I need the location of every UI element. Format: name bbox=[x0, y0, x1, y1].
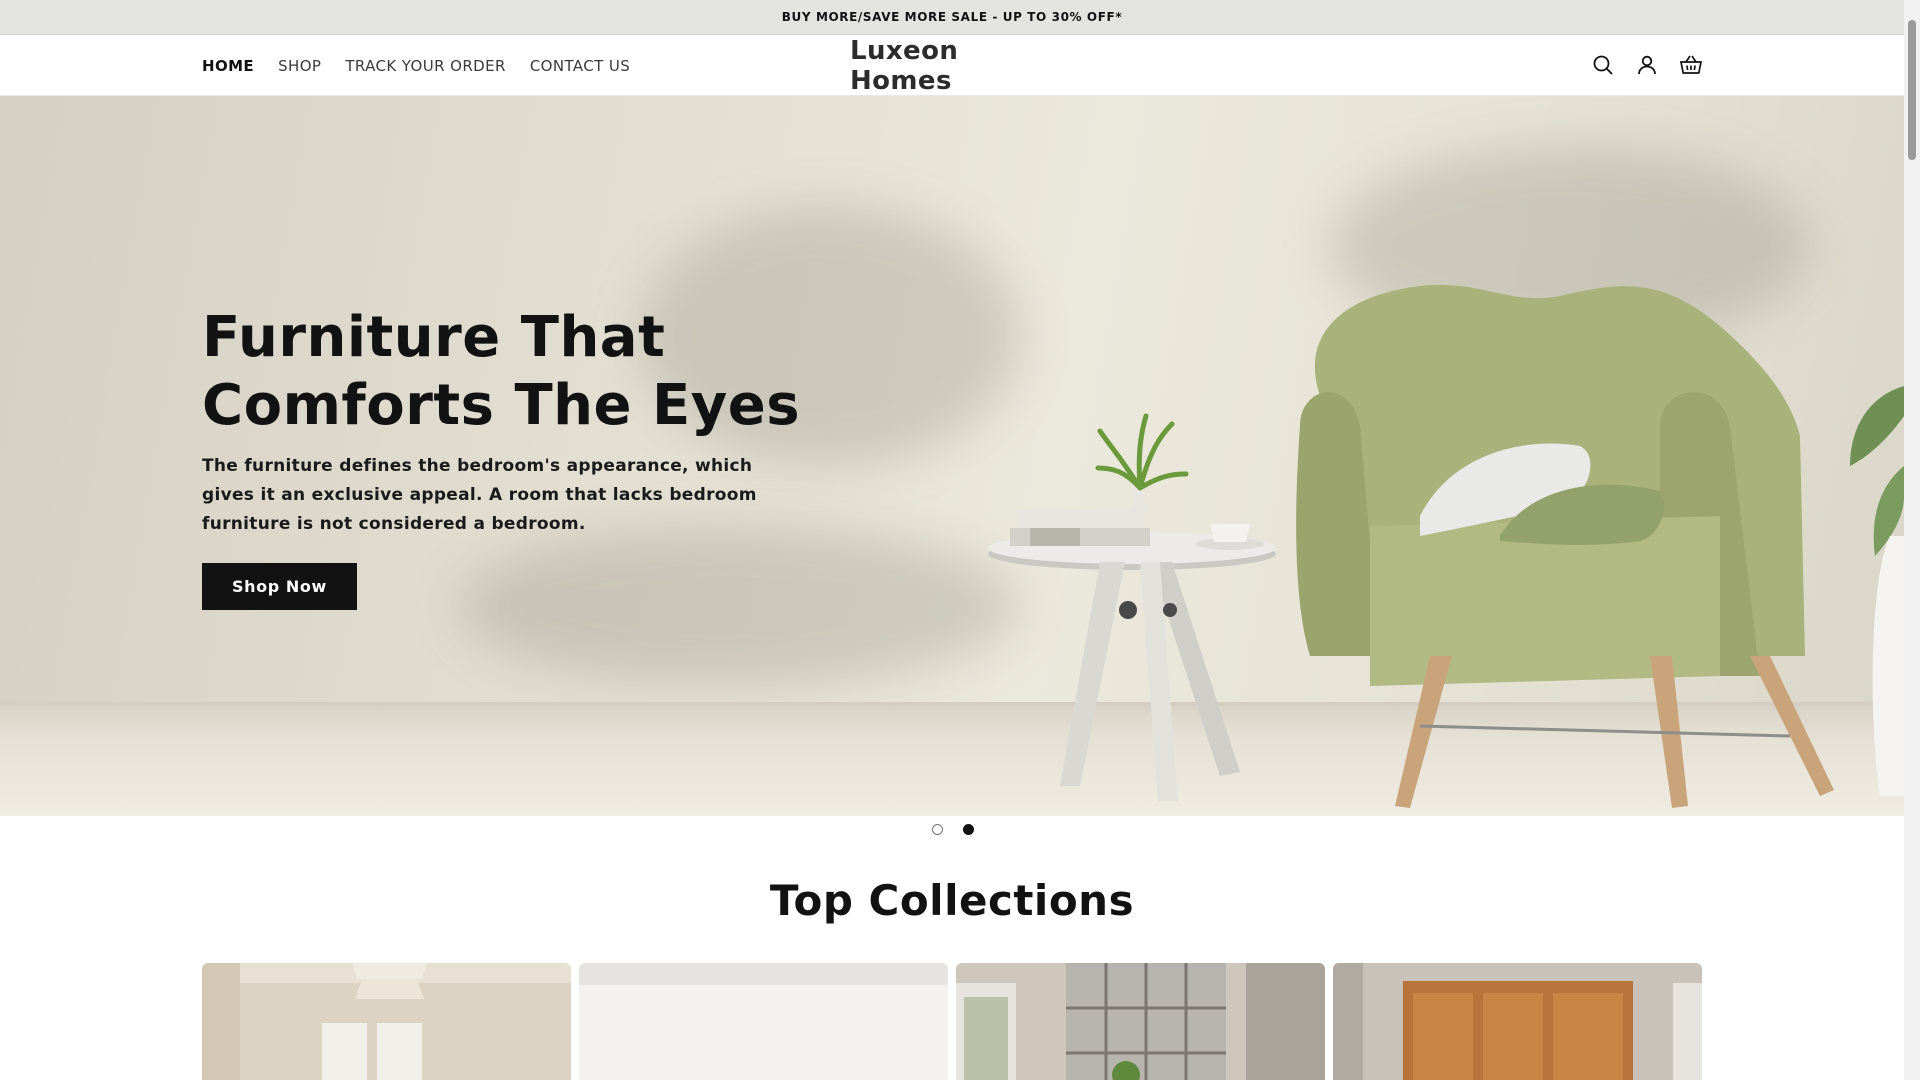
shop-now-button[interactable]: Shop Now bbox=[202, 563, 357, 610]
announcement-bar: BUY MORE/SAVE MORE SALE - UP TO 30% OFF* bbox=[0, 0, 1904, 35]
site-header: HOME SHOP TRACK YOUR ORDER CONTACT US Lu… bbox=[0, 35, 1904, 96]
main-nav: HOME SHOP TRACK YOUR ORDER CONTACT US bbox=[202, 35, 630, 96]
nav-contact[interactable]: CONTACT US bbox=[530, 57, 630, 75]
announcement-text: BUY MORE/SAVE MORE SALE - UP TO 30% OFF* bbox=[781, 10, 1123, 24]
hero-description: The furniture defines the bedroom's appe… bbox=[202, 456, 757, 534]
hero-banner: Furniture That Comforts The Eyes The fur… bbox=[0, 96, 1904, 816]
nav-shop[interactable]: SHOP bbox=[278, 57, 321, 75]
cart-icon[interactable] bbox=[1676, 49, 1706, 81]
hero-title: Furniture That Comforts The Eyes bbox=[202, 304, 802, 440]
slide-dot-1[interactable] bbox=[932, 824, 943, 835]
slider-dots bbox=[932, 824, 974, 835]
collection-card-living[interactable] bbox=[579, 963, 948, 1080]
search-icon[interactable] bbox=[1588, 49, 1618, 81]
collections-grid bbox=[202, 963, 1702, 1080]
nav-track-order[interactable]: TRACK YOUR ORDER bbox=[345, 57, 505, 75]
collection-card-decor[interactable] bbox=[956, 963, 1325, 1080]
hero-title-line1: Furniture That bbox=[202, 305, 666, 370]
hero-title-line2: Comforts The Eyes bbox=[202, 373, 801, 438]
collection-card-storage[interactable] bbox=[1333, 963, 1702, 1080]
hero-content: Furniture That Comforts The Eyes The fur… bbox=[202, 304, 802, 610]
collections-title: Top Collections bbox=[769, 876, 1135, 925]
account-icon[interactable] bbox=[1632, 49, 1662, 81]
site-logo[interactable]: Luxeon Homes bbox=[850, 35, 1056, 96]
header-icons bbox=[1588, 49, 1706, 81]
slide-dot-2[interactable] bbox=[963, 824, 974, 835]
nav-home[interactable]: HOME bbox=[202, 57, 254, 75]
page-scrollbar[interactable] bbox=[1904, 0, 1920, 1080]
scrollbar-thumb[interactable] bbox=[1908, 20, 1916, 160]
collection-card-bedroom[interactable] bbox=[202, 963, 571, 1080]
